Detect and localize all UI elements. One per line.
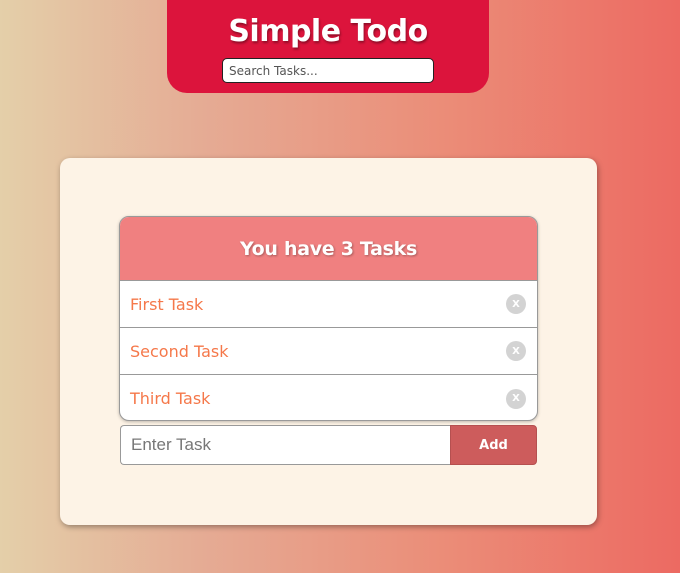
add-task-button[interactable]: Add bbox=[450, 425, 537, 465]
task-item[interactable]: First Task X bbox=[120, 281, 537, 328]
app-header: Simple Todo bbox=[167, 0, 489, 93]
task-count-heading: You have 3 Tasks bbox=[120, 217, 537, 281]
task-input[interactable] bbox=[120, 425, 450, 465]
task-item[interactable]: Second Task X bbox=[120, 328, 537, 375]
task-label: First Task bbox=[130, 294, 204, 314]
task-list: You have 3 Tasks First Task X Second Tas… bbox=[119, 216, 538, 421]
search-input[interactable] bbox=[222, 58, 434, 83]
delete-task-button[interactable]: X bbox=[506, 341, 526, 361]
task-label: Second Task bbox=[130, 341, 229, 361]
app-title: Simple Todo bbox=[228, 14, 428, 49]
todo-card: You have 3 Tasks First Task X Second Tas… bbox=[60, 158, 597, 525]
delete-task-button[interactable]: X bbox=[506, 388, 526, 409]
add-task-form: Add bbox=[120, 425, 537, 465]
task-item[interactable]: Third Task X bbox=[120, 375, 537, 420]
delete-task-button[interactable]: X bbox=[506, 294, 526, 314]
task-label: Third Task bbox=[130, 389, 211, 408]
